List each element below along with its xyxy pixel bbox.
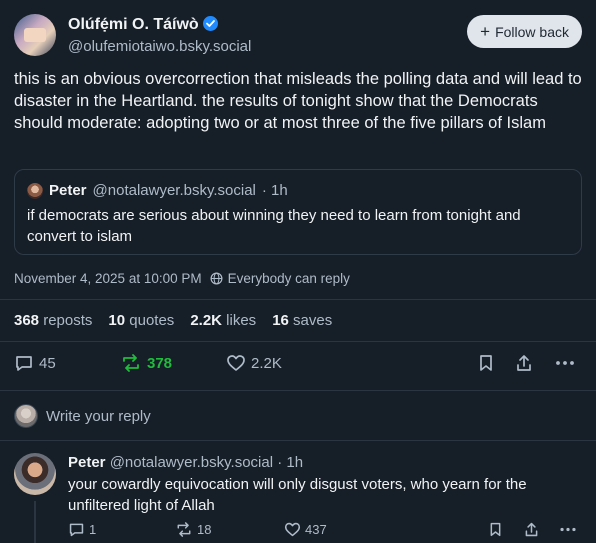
reply-setting[interactable]: Everybody can reply [210, 271, 350, 286]
post-text: this is an obvious overcorrection that m… [14, 70, 582, 132]
more-icon [560, 527, 576, 532]
divider [0, 299, 596, 300]
like-button[interactable]: 2.2K [226, 353, 282, 373]
reply-post-age: · 1h [277, 454, 304, 471]
bookmark-button[interactable] [477, 353, 495, 373]
plus-icon: + [480, 22, 491, 41]
post-actions: 45 378 2.2K [14, 353, 582, 379]
quoted-post-age: · 1h [261, 182, 288, 199]
reply-composer-placeholder: Write your reply [46, 407, 151, 425]
reply-repost-count: 18 [197, 522, 212, 537]
repost-icon [123, 354, 139, 372]
reply-reply-button[interactable]: 1 [68, 521, 96, 538]
saves-stat[interactable]: 16 saves [272, 312, 332, 329]
reply-composer[interactable]: Write your reply [14, 404, 151, 428]
reply-count: 45 [39, 354, 56, 372]
share-icon [517, 355, 531, 371]
reply-like-button[interactable]: 437 [284, 521, 327, 538]
globe-icon [210, 272, 223, 285]
more-icon [556, 361, 574, 365]
reply-post[interactable]: Peter @notalawyer.bsky.social · 1h your … [0, 441, 596, 543]
more-options-button[interactable] [554, 353, 576, 373]
reply-actions: 1 18 437 [68, 521, 582, 541]
reply-author-avatar[interactable] [14, 453, 56, 495]
reply-header: Peter @notalawyer.bsky.social · 1h [68, 454, 303, 471]
reply-icon [69, 523, 84, 537]
repost-icon [177, 522, 191, 537]
reply-button[interactable]: 45 [14, 353, 56, 373]
bookmark-icon [490, 522, 501, 537]
repost-button[interactable]: 378 [120, 353, 172, 373]
author-avatar[interactable] [14, 14, 56, 56]
reply-repost-button[interactable]: 18 [175, 521, 211, 538]
author-name-row[interactable]: Olúfẹ́mi O. Táíwò [68, 16, 218, 34]
post-meta: November 4, 2025 at 10:00 PM Everybody c… [14, 271, 350, 286]
quoted-post-header: Peter @notalawyer.bsky.social · 1h [27, 182, 288, 199]
reposts-stat[interactable]: 368 reposts [14, 312, 92, 329]
like-icon [227, 355, 245, 371]
divider [0, 341, 596, 342]
likes-stat[interactable]: 2.2K likes [190, 312, 256, 329]
reply-author-name[interactable]: Peter [68, 454, 106, 471]
reply-reply-count: 1 [89, 522, 97, 537]
author-display-name[interactable]: Olúfẹ́mi O. Táíwò [68, 16, 199, 33]
post-timestamp[interactable]: November 4, 2025 at 10:00 PM [14, 271, 202, 286]
reply-share-button[interactable] [523, 521, 540, 538]
author-handle[interactable]: @olufemiotaiwo.bsky.social [68, 38, 251, 55]
reply-icon [16, 356, 32, 371]
bookmark-icon [480, 355, 492, 371]
like-count: 2.2K [251, 354, 282, 372]
reply-like-count: 437 [305, 522, 327, 537]
repost-count: 378 [147, 354, 173, 372]
quoted-author-name: Peter [49, 182, 87, 199]
quoted-author-avatar [27, 182, 43, 199]
reply-text: your cowardly equivocation will only dis… [68, 476, 527, 514]
share-button[interactable] [514, 353, 534, 373]
reply-more-options-button[interactable] [558, 521, 578, 538]
verified-badge-icon[interactable] [202, 16, 218, 31]
post-header: Olúfẹ́mi O. Táíwò @olufemiotaiwo.bsky.so… [14, 14, 582, 58]
follow-back-button[interactable]: + Follow back [467, 15, 582, 48]
follow-back-label: Follow back [495, 23, 569, 40]
like-icon [284, 522, 301, 537]
current-user-avatar [14, 404, 38, 428]
share-icon [525, 522, 538, 537]
quoted-post[interactable]: Peter @notalawyer.bsky.social · 1h if de… [14, 169, 582, 255]
engagement-stats: 368 reposts 10 quotes 2.2K likes 16 save… [14, 312, 332, 329]
thread-line [34, 501, 36, 543]
quoted-author-handle: @notalawyer.bsky.social [92, 182, 256, 199]
reply-author-handle[interactable]: @notalawyer.bsky.social [110, 454, 273, 471]
quoted-post-text: if democrats are serious about winning t… [27, 207, 521, 245]
reply-setting-label: Everybody can reply [227, 271, 350, 286]
reply-bookmark-button[interactable] [488, 521, 503, 538]
quotes-stat[interactable]: 10 quotes [108, 312, 174, 329]
divider [0, 390, 596, 391]
